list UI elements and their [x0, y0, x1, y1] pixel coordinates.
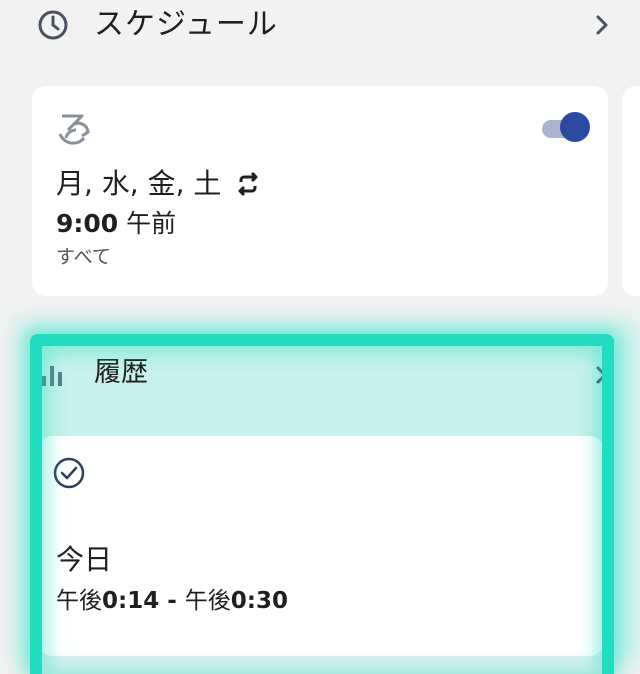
history-time-range: 午後0:14 - 午後0:30	[56, 584, 288, 618]
chevron-right-icon[interactable]	[592, 12, 612, 38]
schedule-days: 月, 水, 金, 土	[56, 167, 222, 200]
schedule-title: スケジュール	[94, 7, 278, 42]
chevron-right-icon[interactable]	[594, 364, 610, 386]
history-entry-card[interactable]: 今日 午後0:14 - 午後0:30	[38, 436, 604, 656]
schedule-time: 9:00 午前	[56, 206, 176, 242]
history-header[interactable]: 履歴	[0, 342, 640, 402]
clock-icon	[38, 10, 68, 40]
schedule-time-suffix: 午前	[126, 209, 177, 238]
range-end: 0:30	[230, 588, 288, 614]
schedule-toggle[interactable]	[540, 110, 594, 144]
toggle-knob	[560, 112, 590, 142]
days-row: 月, 水, 金, 土	[56, 164, 263, 204]
bar-chart-icon	[42, 366, 62, 386]
history-title: 履歴	[94, 357, 148, 388]
range-start: 0:14	[102, 588, 160, 614]
repeat-icon	[238, 171, 258, 197]
range-end-prefix: 午後	[184, 588, 231, 614]
schedule-header[interactable]: スケジュール	[0, 0, 640, 54]
schedule-target: すべて	[56, 246, 111, 268]
next-schedule-card-peek[interactable]	[622, 86, 640, 296]
range-separator: -	[159, 588, 185, 614]
schedule-card[interactable]: 月, 水, 金, 土 9:00 午前 すべて	[32, 86, 608, 296]
fan-icon	[58, 114, 90, 145]
range-start-prefix: 午後	[56, 588, 102, 614]
schedule-time-number: 9:00	[56, 209, 119, 238]
check-circle-icon	[53, 457, 85, 489]
history-day: 今日	[56, 543, 113, 576]
